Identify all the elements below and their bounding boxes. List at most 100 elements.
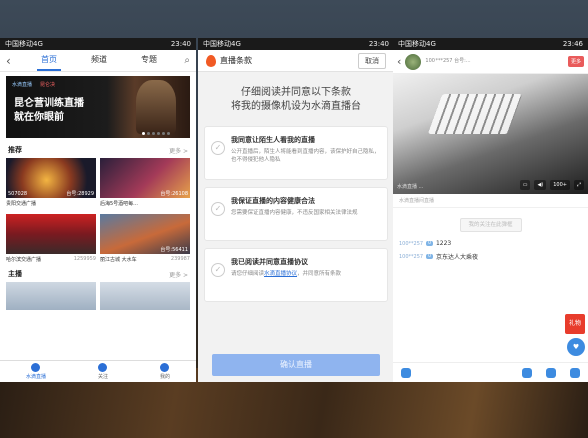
check-icon[interactable]: ✓ xyxy=(211,141,225,155)
term-item[interactable]: ✓ 我已阅读并同意直播协议 请您仔细阅读水滴直播协议，并同意所有条款 xyxy=(204,248,388,302)
channel-id: 台号:56411 xyxy=(160,247,188,253)
heading-line-1: 仔细阅读并同意以下条款 xyxy=(241,87,351,98)
channel-name: 贵阳交通广播 xyxy=(6,201,37,207)
channel-name: 丽江古城 大水车 xyxy=(100,257,137,263)
phone-home-screen: 中国移动4G 23:40 ‹ 首页 频道 专题 ⌕ 水滴直播 昆仑决 昆仑营训练… xyxy=(0,38,196,382)
clock: 23:40 xyxy=(368,40,389,48)
host-meta: 100 ***257 台号:... xyxy=(425,58,471,64)
channel-card[interactable]: 台号:26108 后海5号酒吧每... xyxy=(100,158,190,210)
tab-mine[interactable]: 我的 xyxy=(160,363,170,380)
channel-card[interactable]: 台号:56411 丽江古城 大水车 239987 xyxy=(100,214,190,266)
tab-channels[interactable]: 频道 xyxy=(87,50,111,71)
section-title: 推荐 xyxy=(8,146,22,154)
channel-card[interactable]: 哈尔滨交通广播 1259959 xyxy=(6,214,96,266)
channel-thumbnail: 507028 台号:28929 xyxy=(6,158,96,198)
more-link[interactable]: 更多 > xyxy=(169,270,188,279)
anchor-card[interactable] xyxy=(6,282,96,334)
tab-strip: 首页 频道 专题 xyxy=(24,50,174,71)
viewer-count: 1259959 xyxy=(73,256,96,262)
volume-icon[interactable]: ◀) xyxy=(534,180,547,190)
anchor-grid xyxy=(0,282,196,334)
viewer-count: 507028 xyxy=(8,191,28,197)
chat-icon[interactable]: ▭ xyxy=(519,180,531,190)
partner-logo: 昆仑决 xyxy=(40,82,56,88)
check-icon[interactable]: ✓ xyxy=(211,202,225,216)
gesture-icon[interactable] xyxy=(570,367,580,378)
channel-id: 台号:26108 xyxy=(160,191,188,197)
level-badge: 0 xyxy=(426,241,433,246)
video-controls: ▭ ◀) 100+ ⤢ xyxy=(519,180,584,190)
chat-user: 100**257 xyxy=(399,240,424,247)
back-icon[interactable]: ‹ xyxy=(397,55,401,68)
term-item[interactable]: ✓ 我同意让陌生人看我的直播 公开直播后，陌生人将能看到直播内容，该保护好自己隐… xyxy=(204,126,388,180)
tab-follow[interactable]: 关注 xyxy=(98,363,108,380)
anchor-thumbnail xyxy=(100,282,190,310)
chat-text: 京东达人大乘夜 xyxy=(435,254,478,261)
agreement-link[interactable]: 水滴直播协议 xyxy=(264,271,297,277)
heading-line-2: 将我的摄像机设为水滴直播台 xyxy=(231,101,361,112)
avatar[interactable] xyxy=(405,53,422,70)
tab-topics[interactable]: 专题 xyxy=(137,50,161,71)
fullscreen-icon[interactable]: ⤢ xyxy=(573,180,584,190)
channel-thumbnail: 台号:26108 xyxy=(100,158,190,198)
comment-icon[interactable] xyxy=(401,367,411,378)
channel-id: 台号:28929 xyxy=(66,191,94,197)
section-title: 主播 xyxy=(8,270,22,278)
clock: 23:46 xyxy=(562,40,583,48)
chat-list: 100**257 0 1223 100**257 0 京东达人大乘夜 xyxy=(393,240,588,261)
fighter-image xyxy=(136,80,176,134)
term-title: 我保证直播的内容健康合法 xyxy=(231,197,315,205)
live-bottom-bar xyxy=(393,362,588,382)
anchor-card[interactable] xyxy=(100,282,190,334)
brand-logo: 水滴直播 xyxy=(12,82,33,88)
gift-button[interactable]: 礼物 xyxy=(565,314,585,334)
tab-home[interactable]: 首页 xyxy=(37,50,61,71)
page-title: 直播条款 xyxy=(220,56,252,65)
term-text-end: ，并同意所有条款 xyxy=(297,271,342,277)
channel-thumbnail xyxy=(6,214,96,254)
confirm-live-button[interactable]: 确认直播 xyxy=(212,354,380,376)
channel-name: 后海5号酒吧每... xyxy=(100,201,138,207)
more-link[interactable]: 更多 > xyxy=(169,146,188,155)
follow-button[interactable]: 我的关注在此弹框 xyxy=(459,218,522,232)
chat-message: 100**257 0 1223 xyxy=(399,240,582,247)
tab-label: 我的 xyxy=(159,374,170,380)
video-subtitle: 水滴直播间直播 xyxy=(393,194,588,208)
bottom-tab-bar: 水滴直播 关注 我的 xyxy=(0,360,196,382)
term-description: 您需要保证直播内容健康，不违反国家相关法律法规 xyxy=(231,210,358,216)
banner-headline: 昆仑营训练直播 xyxy=(14,98,84,109)
camera-icon[interactable] xyxy=(522,367,532,378)
status-bar: 中国移动4G 23:40 xyxy=(0,38,196,50)
term-item[interactable]: ✓ 我保证直播的内容健康合法 您需要保证直播内容健康，不违反国家相关法律法规 xyxy=(204,187,388,241)
like-icon[interactable]: ♥ xyxy=(567,338,585,356)
back-icon[interactable]: ‹ xyxy=(6,54,24,68)
check-icon[interactable]: ✓ xyxy=(211,263,225,277)
channel-card[interactable]: 507028 台号:28929 贵阳交通广播 xyxy=(6,158,96,210)
tab-live[interactable]: 水滴直播 xyxy=(26,363,46,380)
status-bar: 中国移动4G 23:40 xyxy=(198,38,394,50)
term-description: 请您仔细阅读水滴直播协议，并同意所有条款 xyxy=(231,270,341,278)
chat-user: 100**257 xyxy=(399,253,424,260)
share-icon[interactable] xyxy=(546,367,556,378)
level-badge: 0 xyxy=(426,254,433,259)
channel-grid: 507028 台号:28929 贵阳交通广播 台号:26108 后海5号酒吧每.… xyxy=(0,158,196,266)
promo-banner[interactable]: 水滴直播 昆仑决 昆仑营训练直播 就在你眼前 xyxy=(6,76,190,138)
carrier-label: 中国移动4G xyxy=(203,40,241,48)
term-title: 我已阅读并同意直播协议 xyxy=(231,258,308,266)
chat-message: 100**257 0 京东达人大乘夜 xyxy=(399,252,582,262)
live-video[interactable]: 水滴直播 ... ▭ ◀) 100+ ⤢ xyxy=(393,74,588,194)
viewer-count: 239987 xyxy=(170,256,190,262)
status-bar: 中国移动4G 23:46 xyxy=(393,38,588,50)
search-icon[interactable]: ⌕ xyxy=(174,55,190,66)
location-icon xyxy=(31,363,41,372)
cancel-button[interactable]: 取消 xyxy=(358,52,386,69)
carrier-label: 中国移动4G xyxy=(5,40,43,48)
clock: 23:40 xyxy=(170,40,191,48)
more-button[interactable]: 更多 xyxy=(567,56,584,67)
section-header-recommended: 推荐 更多 > xyxy=(0,142,196,158)
viewer-badge: 100+ xyxy=(550,180,570,190)
chat-text: 1223 xyxy=(435,240,452,247)
term-title: 我同意让陌生人看我的直播 xyxy=(231,136,315,144)
keyboard-image xyxy=(427,94,523,134)
channel-thumbnail: 台号:56411 xyxy=(100,214,190,254)
